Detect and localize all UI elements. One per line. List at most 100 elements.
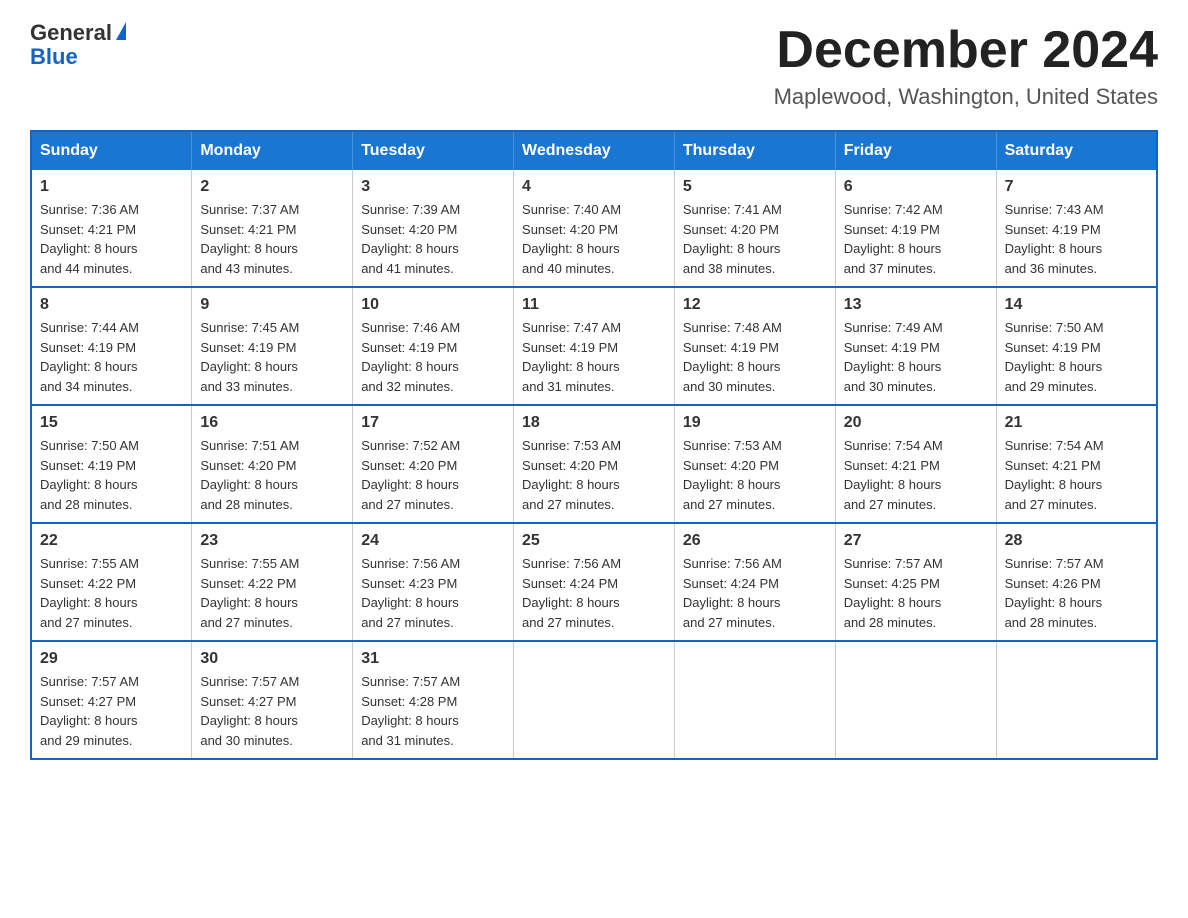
day-number: 12 [683, 296, 827, 314]
day-number: 15 [40, 414, 183, 432]
day-number: 8 [40, 296, 183, 314]
page-header: General Blue December 2024 Maplewood, Wa… [30, 20, 1158, 110]
day-number: 24 [361, 532, 505, 550]
day-info: Sunrise: 7:37 AM Sunset: 4:21 PM Dayligh… [200, 200, 344, 278]
table-row: 4 Sunrise: 7:40 AM Sunset: 4:20 PM Dayli… [514, 170, 675, 287]
table-row: 2 Sunrise: 7:37 AM Sunset: 4:21 PM Dayli… [192, 170, 353, 287]
day-info: Sunrise: 7:49 AM Sunset: 4:19 PM Dayligh… [844, 318, 988, 396]
day-number: 20 [844, 414, 988, 432]
calendar-table: Sunday Monday Tuesday Wednesday Thursday… [30, 130, 1158, 760]
day-info: Sunrise: 7:40 AM Sunset: 4:20 PM Dayligh… [522, 200, 666, 278]
day-number: 11 [522, 296, 666, 314]
table-row: 7 Sunrise: 7:43 AM Sunset: 4:19 PM Dayli… [996, 170, 1157, 287]
table-row [835, 641, 996, 759]
day-number: 21 [1005, 414, 1148, 432]
day-number: 22 [40, 532, 183, 550]
col-tuesday: Tuesday [353, 131, 514, 170]
day-number: 16 [200, 414, 344, 432]
day-info: Sunrise: 7:50 AM Sunset: 4:19 PM Dayligh… [1005, 318, 1148, 396]
day-info: Sunrise: 7:55 AM Sunset: 4:22 PM Dayligh… [40, 554, 183, 632]
table-row: 14 Sunrise: 7:50 AM Sunset: 4:19 PM Dayl… [996, 287, 1157, 405]
day-info: Sunrise: 7:45 AM Sunset: 4:19 PM Dayligh… [200, 318, 344, 396]
day-info: Sunrise: 7:47 AM Sunset: 4:19 PM Dayligh… [522, 318, 666, 396]
title-area: December 2024 Maplewood, Washington, Uni… [774, 20, 1158, 110]
table-row: 30 Sunrise: 7:57 AM Sunset: 4:27 PM Dayl… [192, 641, 353, 759]
calendar-subtitle: Maplewood, Washington, United States [774, 84, 1158, 110]
table-row [996, 641, 1157, 759]
col-friday: Friday [835, 131, 996, 170]
day-number: 13 [844, 296, 988, 314]
day-number: 3 [361, 178, 505, 196]
day-info: Sunrise: 7:54 AM Sunset: 4:21 PM Dayligh… [844, 436, 988, 514]
day-number: 23 [200, 532, 344, 550]
table-row: 18 Sunrise: 7:53 AM Sunset: 4:20 PM Dayl… [514, 405, 675, 523]
logo-blue-text: Blue [30, 44, 78, 70]
calendar-week-row-1: 1 Sunrise: 7:36 AM Sunset: 4:21 PM Dayli… [31, 170, 1157, 287]
day-number: 19 [683, 414, 827, 432]
day-info: Sunrise: 7:43 AM Sunset: 4:19 PM Dayligh… [1005, 200, 1148, 278]
table-row: 27 Sunrise: 7:57 AM Sunset: 4:25 PM Dayl… [835, 523, 996, 641]
calendar-week-row-4: 22 Sunrise: 7:55 AM Sunset: 4:22 PM Dayl… [31, 523, 1157, 641]
table-row: 10 Sunrise: 7:46 AM Sunset: 4:19 PM Dayl… [353, 287, 514, 405]
day-info: Sunrise: 7:57 AM Sunset: 4:26 PM Dayligh… [1005, 554, 1148, 632]
table-row: 3 Sunrise: 7:39 AM Sunset: 4:20 PM Dayli… [353, 170, 514, 287]
day-number: 17 [361, 414, 505, 432]
table-row: 12 Sunrise: 7:48 AM Sunset: 4:19 PM Dayl… [674, 287, 835, 405]
day-info: Sunrise: 7:36 AM Sunset: 4:21 PM Dayligh… [40, 200, 183, 278]
day-number: 30 [200, 650, 344, 668]
day-number: 6 [844, 178, 988, 196]
table-row [674, 641, 835, 759]
day-number: 18 [522, 414, 666, 432]
day-info: Sunrise: 7:48 AM Sunset: 4:19 PM Dayligh… [683, 318, 827, 396]
day-info: Sunrise: 7:50 AM Sunset: 4:19 PM Dayligh… [40, 436, 183, 514]
day-number: 29 [40, 650, 183, 668]
day-number: 1 [40, 178, 183, 196]
day-number: 5 [683, 178, 827, 196]
logo: General Blue [30, 20, 126, 70]
logo-general: General [30, 20, 112, 46]
table-row: 31 Sunrise: 7:57 AM Sunset: 4:28 PM Dayl… [353, 641, 514, 759]
calendar-week-row-2: 8 Sunrise: 7:44 AM Sunset: 4:19 PM Dayli… [31, 287, 1157, 405]
day-info: Sunrise: 7:57 AM Sunset: 4:25 PM Dayligh… [844, 554, 988, 632]
day-number: 2 [200, 178, 344, 196]
day-info: Sunrise: 7:57 AM Sunset: 4:28 PM Dayligh… [361, 672, 505, 750]
table-row: 17 Sunrise: 7:52 AM Sunset: 4:20 PM Dayl… [353, 405, 514, 523]
table-row: 8 Sunrise: 7:44 AM Sunset: 4:19 PM Dayli… [31, 287, 192, 405]
day-info: Sunrise: 7:53 AM Sunset: 4:20 PM Dayligh… [683, 436, 827, 514]
table-row: 29 Sunrise: 7:57 AM Sunset: 4:27 PM Dayl… [31, 641, 192, 759]
day-number: 4 [522, 178, 666, 196]
table-row: 19 Sunrise: 7:53 AM Sunset: 4:20 PM Dayl… [674, 405, 835, 523]
day-info: Sunrise: 7:53 AM Sunset: 4:20 PM Dayligh… [522, 436, 666, 514]
day-number: 7 [1005, 178, 1148, 196]
day-info: Sunrise: 7:54 AM Sunset: 4:21 PM Dayligh… [1005, 436, 1148, 514]
table-row: 24 Sunrise: 7:56 AM Sunset: 4:23 PM Dayl… [353, 523, 514, 641]
day-number: 27 [844, 532, 988, 550]
day-info: Sunrise: 7:56 AM Sunset: 4:24 PM Dayligh… [522, 554, 666, 632]
day-number: 14 [1005, 296, 1148, 314]
col-saturday: Saturday [996, 131, 1157, 170]
day-info: Sunrise: 7:39 AM Sunset: 4:20 PM Dayligh… [361, 200, 505, 278]
table-row: 9 Sunrise: 7:45 AM Sunset: 4:19 PM Dayli… [192, 287, 353, 405]
table-row: 22 Sunrise: 7:55 AM Sunset: 4:22 PM Dayl… [31, 523, 192, 641]
table-row: 6 Sunrise: 7:42 AM Sunset: 4:19 PM Dayli… [835, 170, 996, 287]
day-number: 9 [200, 296, 344, 314]
day-info: Sunrise: 7:56 AM Sunset: 4:24 PM Dayligh… [683, 554, 827, 632]
day-number: 10 [361, 296, 505, 314]
col-thursday: Thursday [674, 131, 835, 170]
table-row: 13 Sunrise: 7:49 AM Sunset: 4:19 PM Dayl… [835, 287, 996, 405]
day-info: Sunrise: 7:55 AM Sunset: 4:22 PM Dayligh… [200, 554, 344, 632]
table-row: 5 Sunrise: 7:41 AM Sunset: 4:20 PM Dayli… [674, 170, 835, 287]
day-number: 28 [1005, 532, 1148, 550]
table-row [514, 641, 675, 759]
day-info: Sunrise: 7:57 AM Sunset: 4:27 PM Dayligh… [200, 672, 344, 750]
day-info: Sunrise: 7:51 AM Sunset: 4:20 PM Dayligh… [200, 436, 344, 514]
table-row: 11 Sunrise: 7:47 AM Sunset: 4:19 PM Dayl… [514, 287, 675, 405]
table-row: 21 Sunrise: 7:54 AM Sunset: 4:21 PM Dayl… [996, 405, 1157, 523]
calendar-header-row: Sunday Monday Tuesday Wednesday Thursday… [31, 131, 1157, 170]
table-row: 20 Sunrise: 7:54 AM Sunset: 4:21 PM Dayl… [835, 405, 996, 523]
day-number: 31 [361, 650, 505, 668]
day-info: Sunrise: 7:57 AM Sunset: 4:27 PM Dayligh… [40, 672, 183, 750]
col-monday: Monday [192, 131, 353, 170]
table-row: 23 Sunrise: 7:55 AM Sunset: 4:22 PM Dayl… [192, 523, 353, 641]
calendar-week-row-3: 15 Sunrise: 7:50 AM Sunset: 4:19 PM Dayl… [31, 405, 1157, 523]
